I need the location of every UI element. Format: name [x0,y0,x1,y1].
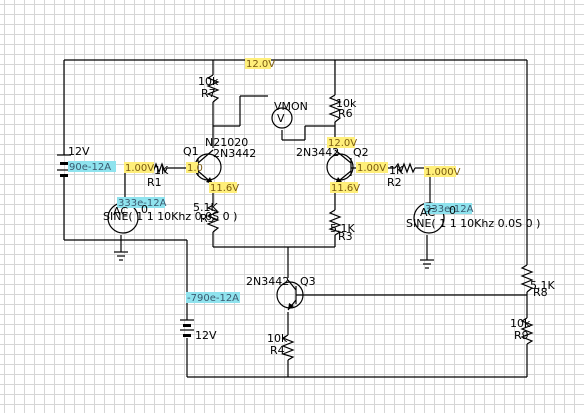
ac-right-spec: SINE( 1 1 10Khz 0.0S 0 ) [406,217,540,230]
v12-top-label: 12V [68,145,90,158]
r2-name: R2 [387,176,402,189]
ac-left-spec: SINE( 1 1 10Khz 0.0S 0 ) [103,210,237,223]
q3-name: Q3 [300,275,316,288]
probe-current-v12: 90e-12A [69,162,111,173]
ac-right-value: 0 [449,204,456,217]
r9-name: R9 [514,329,529,342]
probe-current-q3: -790e-12A [187,293,239,304]
q2-model: 2N3442 [296,146,339,159]
probe-q1-base: 1.00V [125,163,154,174]
probe-highlights [68,58,472,303]
voltmeter-symbol: V [277,112,285,125]
probe-top-rail: 12.0V [246,59,275,70]
schematic: V 12.0V 12.0V 1.00V 1.0 1.00V 1.000V 11.… [57,58,555,378]
vmon-label: VMON [274,100,308,113]
probe-q1-emitter: 11.6V [210,183,239,194]
r7-name: R7 [201,87,216,100]
probe-q2-base-right: 1.000V [425,167,461,178]
q3-model: 2N3442 [246,275,289,288]
q1-model: 2N3442 [213,147,256,160]
r3-name: R3 [338,230,353,243]
r4-name: R4 [270,344,285,357]
v12-bottom-label: 12V [195,329,217,342]
r8-name: R8 [533,286,548,299]
r6-name: R6 [338,107,353,120]
q2-name: Q2 [353,146,369,159]
q1-name: Q1 [183,145,199,158]
probe-q1-base-short: 1.0 [187,163,203,174]
probe-q2-base: 1.00V [357,163,386,174]
r1-name: R1 [147,176,162,189]
probe-q2-emitter: 11.6V [331,183,360,194]
battery-12v-bottom [180,319,194,337]
